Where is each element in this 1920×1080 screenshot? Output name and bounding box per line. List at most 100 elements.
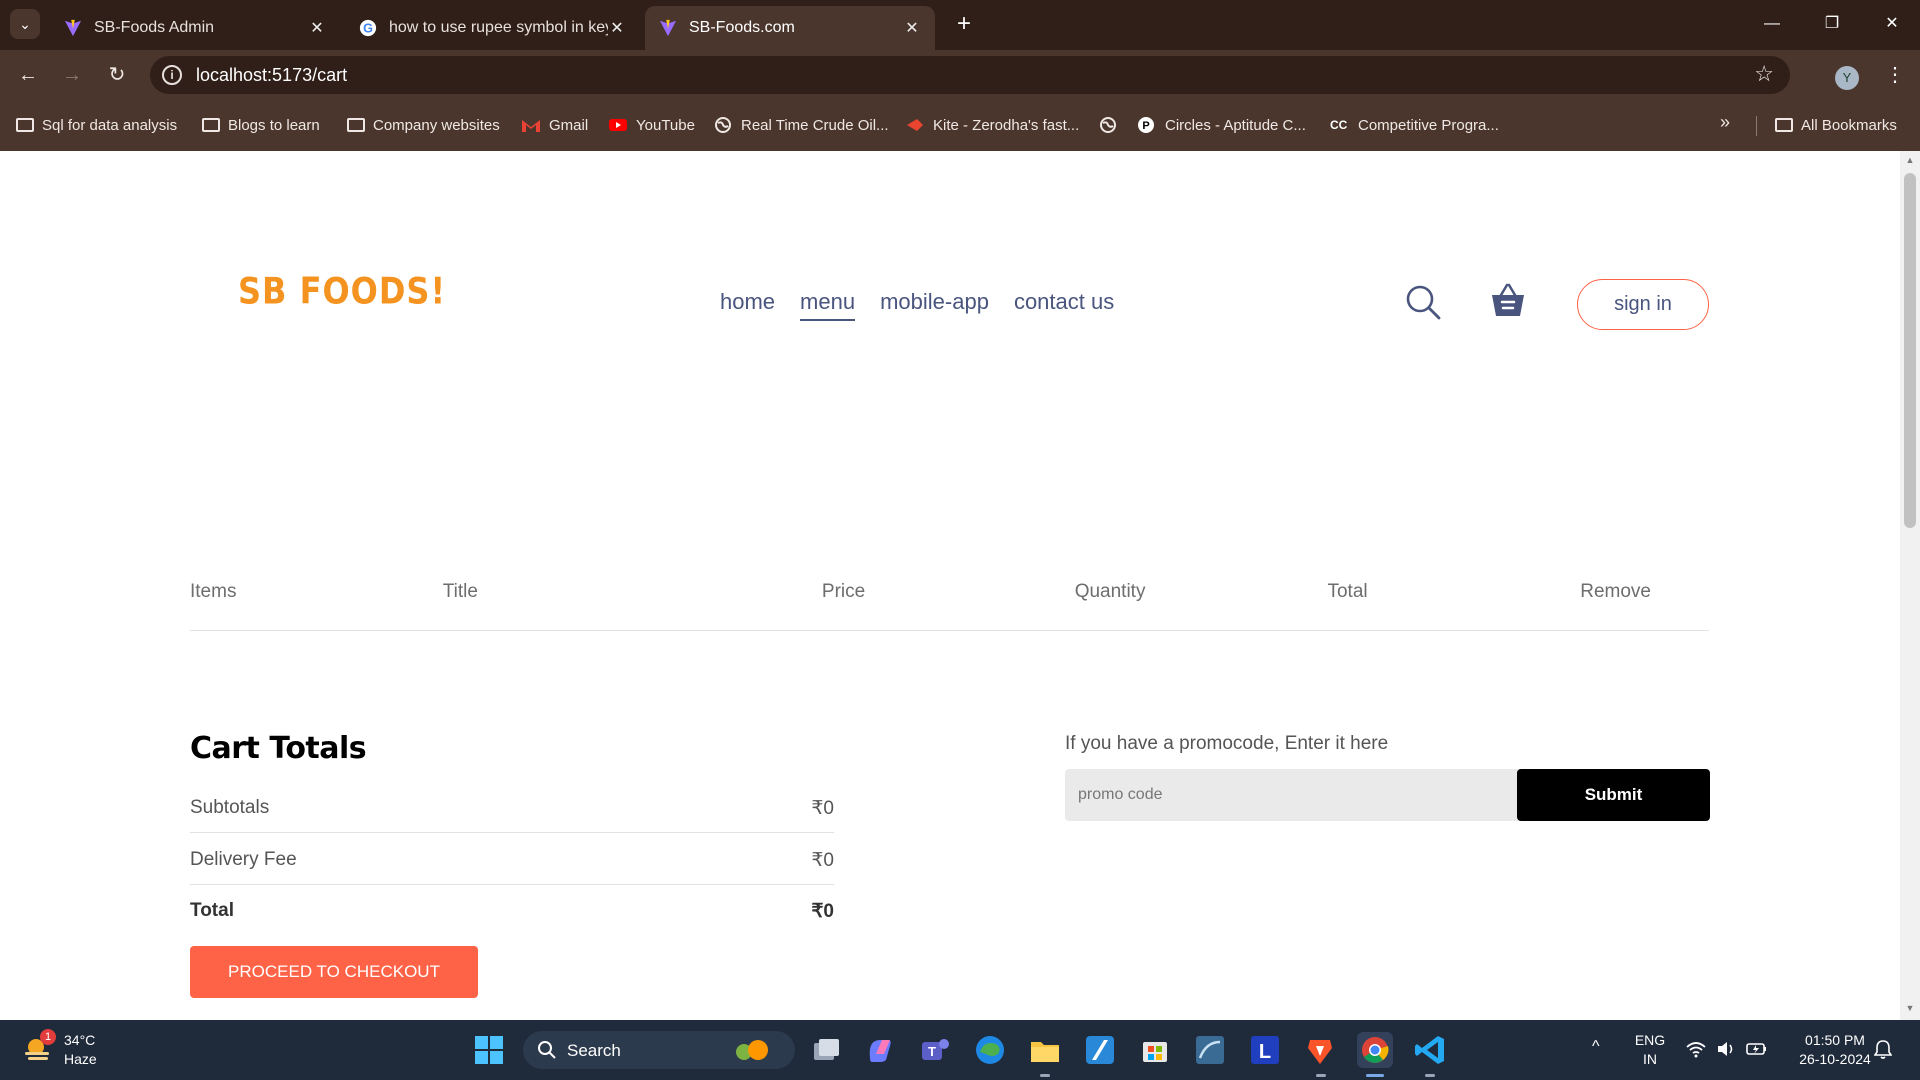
proceed-to-checkout-button[interactable]: PROCEED TO CHECKOUT bbox=[190, 946, 478, 998]
promo-form: Submit bbox=[1065, 769, 1710, 821]
site-logo[interactable]: SB FOODS! bbox=[238, 269, 446, 313]
kite-icon bbox=[907, 119, 923, 131]
notification-bell-icon[interactable] bbox=[1874, 1039, 1892, 1059]
site-info-icon[interactable]: i bbox=[162, 65, 182, 85]
promo-code-input[interactable] bbox=[1078, 769, 1508, 821]
close-window-icon[interactable]: ✕ bbox=[1870, 8, 1914, 40]
active-app-indicator bbox=[1366, 1074, 1384, 1077]
new-tab-button[interactable]: + bbox=[949, 10, 979, 40]
chrome-icon[interactable] bbox=[1357, 1032, 1393, 1068]
reload-icon[interactable]: ↻ bbox=[103, 61, 131, 89]
forward-arrow-icon[interactable]: → bbox=[58, 61, 86, 89]
minimize-window-icon[interactable]: — bbox=[1750, 8, 1794, 40]
nav-menu[interactable]: menu bbox=[800, 289, 856, 321]
close-tab-icon[interactable]: ✕ bbox=[308, 18, 326, 38]
codechef-icon: CC bbox=[1330, 118, 1348, 132]
back-arrow-icon[interactable]: ← bbox=[14, 61, 42, 89]
close-tab-icon[interactable]: ✕ bbox=[903, 18, 921, 38]
profile-avatar[interactable]: Y bbox=[1835, 66, 1859, 90]
page-content: SB FOODS! home menu mobile-app contact u… bbox=[0, 151, 1900, 1020]
bookmark-star-icon[interactable]: ☆ bbox=[1754, 61, 1774, 87]
l-app-icon[interactable]: L bbox=[1247, 1032, 1283, 1068]
bookmark-circles[interactable]: P Circles - Aptitude C... bbox=[1137, 113, 1306, 137]
show-hidden-icons-icon[interactable]: ^ bbox=[1592, 1038, 1600, 1056]
all-bookmarks[interactable]: All Bookmarks bbox=[1775, 113, 1897, 137]
bookmark-blogs-folder[interactable]: Blogs to learn bbox=[202, 113, 320, 137]
scroll-down-icon[interactable]: ▼ bbox=[1905, 1003, 1915, 1013]
bookmarks-bar: Sql for data analysis Blogs to learn Com… bbox=[0, 100, 1920, 151]
volume-icon[interactable] bbox=[1716, 1040, 1736, 1058]
total-row: Total ₹0 bbox=[190, 900, 834, 923]
cart-table-header: Items Title Price Quantity Total Remove bbox=[190, 581, 1709, 603]
tab-rupee-search[interactable]: G how to use rupee symbol in key ✕ bbox=[345, 6, 640, 50]
clock-time[interactable]: 01:50 PM bbox=[1790, 1032, 1880, 1048]
file-explorer-icon[interactable] bbox=[1027, 1032, 1063, 1068]
microsoft-store-icon[interactable] bbox=[1137, 1032, 1173, 1068]
basket-icon[interactable] bbox=[1489, 281, 1527, 319]
sign-in-button[interactable]: sign in bbox=[1577, 279, 1709, 330]
bookmark-youtube[interactable]: YouTube bbox=[608, 113, 695, 137]
brave-icon[interactable] bbox=[1302, 1032, 1338, 1068]
search-icon[interactable] bbox=[1405, 284, 1441, 320]
browser-menu-icon[interactable]: ⋮ bbox=[1885, 62, 1905, 87]
address-bar[interactable]: i localhost:5173/cart ☆ bbox=[150, 56, 1790, 94]
bookmark-kite[interactable]: Kite - Zerodha's fast... bbox=[905, 113, 1079, 137]
youtube-icon bbox=[609, 119, 627, 131]
bookmark-label: YouTube bbox=[636, 116, 695, 134]
mysql-workbench-icon[interactable] bbox=[1192, 1032, 1228, 1068]
clock-date[interactable]: 26-10-2024 bbox=[1790, 1051, 1880, 1067]
page-scrollbar[interactable]: ▲ ▼ bbox=[1900, 151, 1920, 1020]
tab-sb-foods-admin[interactable]: SB-Foods Admin ✕ bbox=[50, 6, 340, 50]
scroll-up-icon[interactable]: ▲ bbox=[1905, 155, 1915, 165]
bookmark-gmail[interactable]: Gmail bbox=[521, 113, 588, 137]
bookmark-sql-folder[interactable]: Sql for data analysis bbox=[16, 113, 177, 137]
language-indicator[interactable]: ENG bbox=[1630, 1032, 1670, 1048]
tab-search-button[interactable]: ⌄ bbox=[10, 9, 40, 39]
totals-divider bbox=[190, 884, 834, 885]
tab-sb-foods-com[interactable]: SB-Foods.com ✕ bbox=[645, 6, 935, 50]
wifi-icon[interactable] bbox=[1686, 1040, 1706, 1058]
scrollbar-thumb[interactable] bbox=[1904, 173, 1916, 528]
promo-submit-button[interactable]: Submit bbox=[1517, 769, 1710, 821]
bookmarks-divider bbox=[1756, 116, 1757, 136]
nav-contact-us[interactable]: contact us bbox=[1014, 289, 1114, 321]
tab-title: SB-Foods.com bbox=[689, 19, 795, 36]
circles-icon: P bbox=[1138, 117, 1154, 133]
totals-divider bbox=[190, 832, 834, 833]
tab-strip: ⌄ SB-Foods Admin ✕ G how to use rupee sy… bbox=[0, 0, 1920, 50]
header-total: Total bbox=[1327, 581, 1368, 602]
windows-start-icon[interactable] bbox=[471, 1032, 507, 1068]
weather-temperature[interactable]: 34°C bbox=[64, 1032, 95, 1048]
bookmark-company-folder[interactable]: Company websites bbox=[347, 113, 500, 137]
search-highlight-icon bbox=[736, 1040, 768, 1060]
bookmark-label: Company websites bbox=[373, 116, 500, 134]
bookmark-crude-oil[interactable]: Real Time Crude Oil... bbox=[713, 113, 889, 137]
bookmark-label: Competitive Progra... bbox=[1358, 116, 1499, 134]
bookmark-globe[interactable] bbox=[1098, 113, 1126, 137]
weather-description[interactable]: Haze bbox=[64, 1051, 97, 1067]
nav-mobile-app[interactable]: mobile-app bbox=[880, 289, 989, 321]
teams-icon[interactable]: T bbox=[917, 1032, 953, 1068]
task-view-icon[interactable] bbox=[808, 1032, 844, 1068]
nav-home[interactable]: home bbox=[720, 289, 775, 321]
taskbar-search[interactable]: Search bbox=[523, 1031, 795, 1069]
header-price: Price bbox=[821, 581, 866, 602]
url-text[interactable]: localhost:5173/cart bbox=[196, 65, 347, 86]
battery-icon[interactable] bbox=[1746, 1040, 1768, 1058]
cart-totals-title: Cart Totals bbox=[190, 731, 367, 766]
more-bookmarks-icon[interactable]: » bbox=[1720, 112, 1730, 133]
svg-text:P: P bbox=[1142, 120, 1149, 132]
all-bookmarks-label: All Bookmarks bbox=[1801, 116, 1897, 134]
restore-window-icon[interactable]: ❐ bbox=[1810, 8, 1854, 40]
region-indicator[interactable]: IN bbox=[1630, 1051, 1670, 1067]
weather-notification-badge: 1 bbox=[40, 1029, 56, 1045]
svg-text:G: G bbox=[363, 22, 373, 36]
vscode-icon[interactable] bbox=[1412, 1032, 1448, 1068]
bookmark-competitive[interactable]: CC Competitive Progra... bbox=[1330, 113, 1499, 137]
azure-data-studio-icon[interactable] bbox=[1082, 1032, 1118, 1068]
edge-icon[interactable] bbox=[972, 1032, 1008, 1068]
header-items: Items bbox=[190, 581, 237, 602]
close-tab-icon[interactable]: ✕ bbox=[608, 18, 626, 38]
running-indicator bbox=[1040, 1074, 1050, 1077]
copilot-icon[interactable] bbox=[862, 1032, 898, 1068]
